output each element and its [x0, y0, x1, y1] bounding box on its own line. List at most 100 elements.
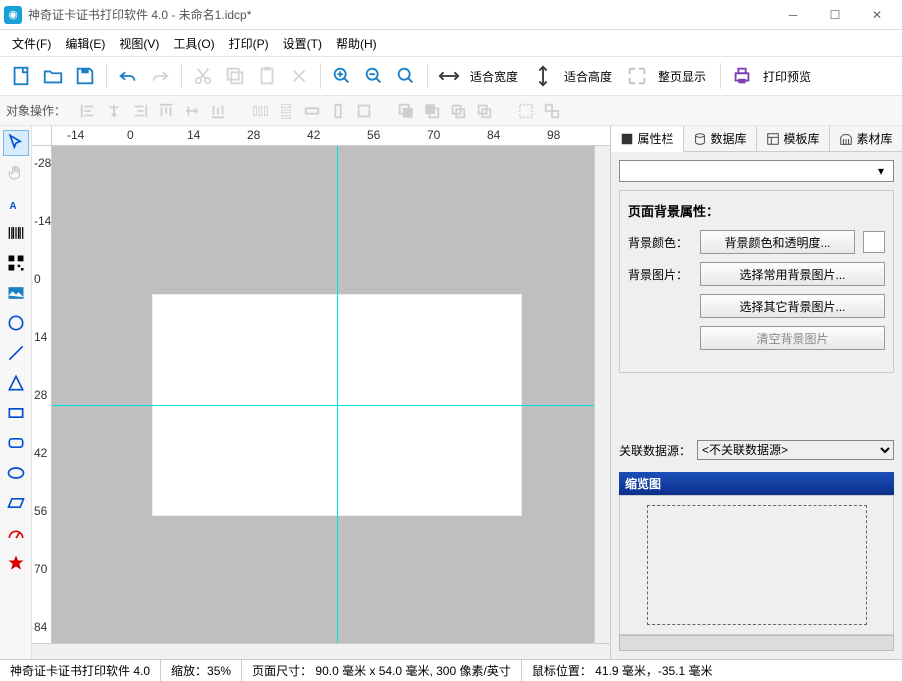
align-right-icon	[128, 100, 152, 122]
status-zoom: 缩放：35%	[161, 660, 242, 681]
paste-button[interactable]	[252, 61, 282, 91]
status-bar: 神奇证卡证书打印软件 4.0 缩放：35% 页面尺寸： 90.0 毫米 x 54…	[0, 659, 902, 681]
menu-help[interactable]: 帮助(H)	[330, 32, 383, 55]
datasource-label: 关联数据源：	[619, 442, 691, 459]
cut-button[interactable]	[188, 61, 218, 91]
thumbnail-panel	[619, 495, 894, 635]
guide-vertical[interactable]	[337, 146, 338, 643]
full-page-icon[interactable]	[622, 61, 652, 91]
object-toolbar-label: 对象操作：	[6, 102, 66, 119]
right-content: ▾ 页面背景属性： 背景颜色： 背景颜色和透明度... 背景图片： 选择常用背景…	[611, 152, 902, 659]
menu-view[interactable]: 视图(V)	[113, 32, 165, 55]
ruler-horizontal: -14 0 14 28 42 56 70 84 98	[32, 126, 610, 146]
bring-front-icon	[394, 100, 418, 122]
undo-button[interactable]	[113, 61, 143, 91]
fit-height-label[interactable]: 适合高度	[564, 68, 612, 85]
zoom-reset-button[interactable]	[391, 61, 421, 91]
minimize-button[interactable]: ─	[772, 1, 814, 29]
thumbnail-scrollbar[interactable]	[619, 635, 894, 651]
menu-settings[interactable]: 设置(T)	[277, 32, 328, 55]
save-button[interactable]	[70, 61, 100, 91]
tab-assets[interactable]: 素材库	[830, 126, 902, 151]
open-button[interactable]	[38, 61, 68, 91]
qrcode-tool[interactable]	[3, 250, 29, 276]
text-tool[interactable]: A	[3, 190, 29, 216]
page-background-group: 页面背景属性： 背景颜色： 背景颜色和透明度... 背景图片： 选择常用背景图片…	[619, 190, 894, 373]
object-selector[interactable]: ▾	[619, 160, 894, 182]
fit-height-icon[interactable]	[528, 61, 558, 91]
scrollbar-horizontal[interactable]	[32, 643, 610, 659]
page-background-title: 页面背景属性：	[628, 201, 885, 220]
hand-tool[interactable]	[3, 160, 29, 186]
barcode-tool[interactable]	[3, 220, 29, 246]
bg-color-swatch[interactable]	[863, 231, 885, 253]
ellipse-tool[interactable]	[3, 460, 29, 486]
thumbnail-header: 缩览图	[619, 472, 894, 495]
zoom-in-button[interactable]	[327, 61, 357, 91]
send-back-icon	[420, 100, 444, 122]
rounded-rect-tool[interactable]	[3, 430, 29, 456]
align-center-h-icon	[102, 100, 126, 122]
full-page-label[interactable]: 整页显示	[658, 68, 706, 85]
datasource-row: 关联数据源： <不关联数据源>	[619, 436, 894, 464]
gauge-tool[interactable]	[3, 520, 29, 546]
maximize-button[interactable]: ☐	[814, 1, 856, 29]
tab-database[interactable]: 数据库	[684, 126, 757, 151]
menu-edit[interactable]: 编辑(E)	[59, 32, 111, 55]
tab-templates[interactable]: 模板库	[757, 126, 830, 151]
copy-button[interactable]	[220, 61, 250, 91]
same-size-icon	[352, 100, 376, 122]
distribute-h-icon	[248, 100, 272, 122]
work-area: A -14 0 14 28 42 56 70 84 98	[0, 126, 902, 659]
bg-color-label: 背景颜色：	[628, 234, 692, 251]
bg-color-button[interactable]: 背景颜色和透明度...	[700, 230, 855, 254]
close-button[interactable]: ✕	[856, 1, 898, 29]
redo-button[interactable]	[145, 61, 175, 91]
status-mouse-pos: 鼠标位置： 41.9 毫米，-35.1 毫米	[522, 660, 902, 681]
same-width-icon	[300, 100, 324, 122]
ungroup-icon	[540, 100, 564, 122]
menu-print[interactable]: 打印(P)	[223, 32, 275, 55]
right-panel: 属性栏 数据库 模板库 素材库 ▾ 页面背景属性： 背景颜色： 背景颜色和透明度…	[610, 126, 902, 659]
ruler-corner	[32, 126, 52, 146]
svg-text:A: A	[9, 201, 16, 212]
datasource-select[interactable]: <不关联数据源>	[697, 440, 894, 460]
canvas-zone: -14 0 14 28 42 56 70 84 98 -28 -14 0 14 …	[32, 126, 610, 659]
star-tool[interactable]	[3, 550, 29, 576]
menu-file[interactable]: 文件(F)	[6, 32, 57, 55]
circle-shape-tool[interactable]	[3, 310, 29, 336]
bg-image-other-button[interactable]: 选择其它背景图片...	[700, 294, 885, 318]
bg-image-clear-button[interactable]: 清空背景图片	[700, 326, 885, 350]
main-toolbar: 适合宽度 适合高度 整页显示 打印预览	[0, 56, 902, 96]
align-bottom-icon	[206, 100, 230, 122]
parallelogram-tool[interactable]	[3, 490, 29, 516]
line-tool[interactable]	[3, 340, 29, 366]
canvas-viewport[interactable]	[52, 146, 594, 643]
image-tool[interactable]	[3, 280, 29, 306]
print-preview-label[interactable]: 打印预览	[763, 68, 811, 85]
new-button[interactable]	[6, 61, 36, 91]
thumbnail-view[interactable]	[647, 505, 867, 625]
app-icon: ◉	[4, 6, 22, 24]
guide-horizontal[interactable]	[52, 405, 594, 406]
fit-width-label[interactable]: 适合宽度	[470, 68, 518, 85]
tab-properties[interactable]: 属性栏	[611, 126, 684, 152]
zoom-out-button[interactable]	[359, 61, 389, 91]
status-app: 神奇证卡证书打印软件 4.0	[0, 660, 161, 681]
menu-tool[interactable]: 工具(O)	[167, 32, 220, 55]
ruler-vertical[interactable]: -28 -14 0 14 28 42 56 70 84	[32, 146, 52, 643]
fit-width-icon[interactable]	[434, 61, 464, 91]
scrollbar-vertical[interactable]	[594, 146, 610, 643]
delete-button[interactable]	[284, 61, 314, 91]
window-title: 神奇证卡证书打印软件 4.0 - 未命名1.idcp*	[28, 6, 772, 23]
bg-image-common-button[interactable]: 选择常用背景图片...	[700, 262, 885, 286]
chevron-down-icon: ▾	[873, 164, 889, 178]
print-preview-icon[interactable]	[727, 61, 757, 91]
rectangle-tool[interactable]	[3, 400, 29, 426]
pointer-tool[interactable]	[3, 130, 29, 156]
triangle-tool[interactable]	[3, 370, 29, 396]
ruler-h-scale[interactable]: -14 0 14 28 42 56 70 84 98	[52, 126, 610, 146]
menu-bar: 文件(F) 编辑(E) 视图(V) 工具(O) 打印(P) 设置(T) 帮助(H…	[0, 30, 902, 56]
title-bar: ◉ 神奇证卡证书打印软件 4.0 - 未命名1.idcp* ─ ☐ ✕	[0, 0, 902, 30]
distribute-v-icon	[274, 100, 298, 122]
